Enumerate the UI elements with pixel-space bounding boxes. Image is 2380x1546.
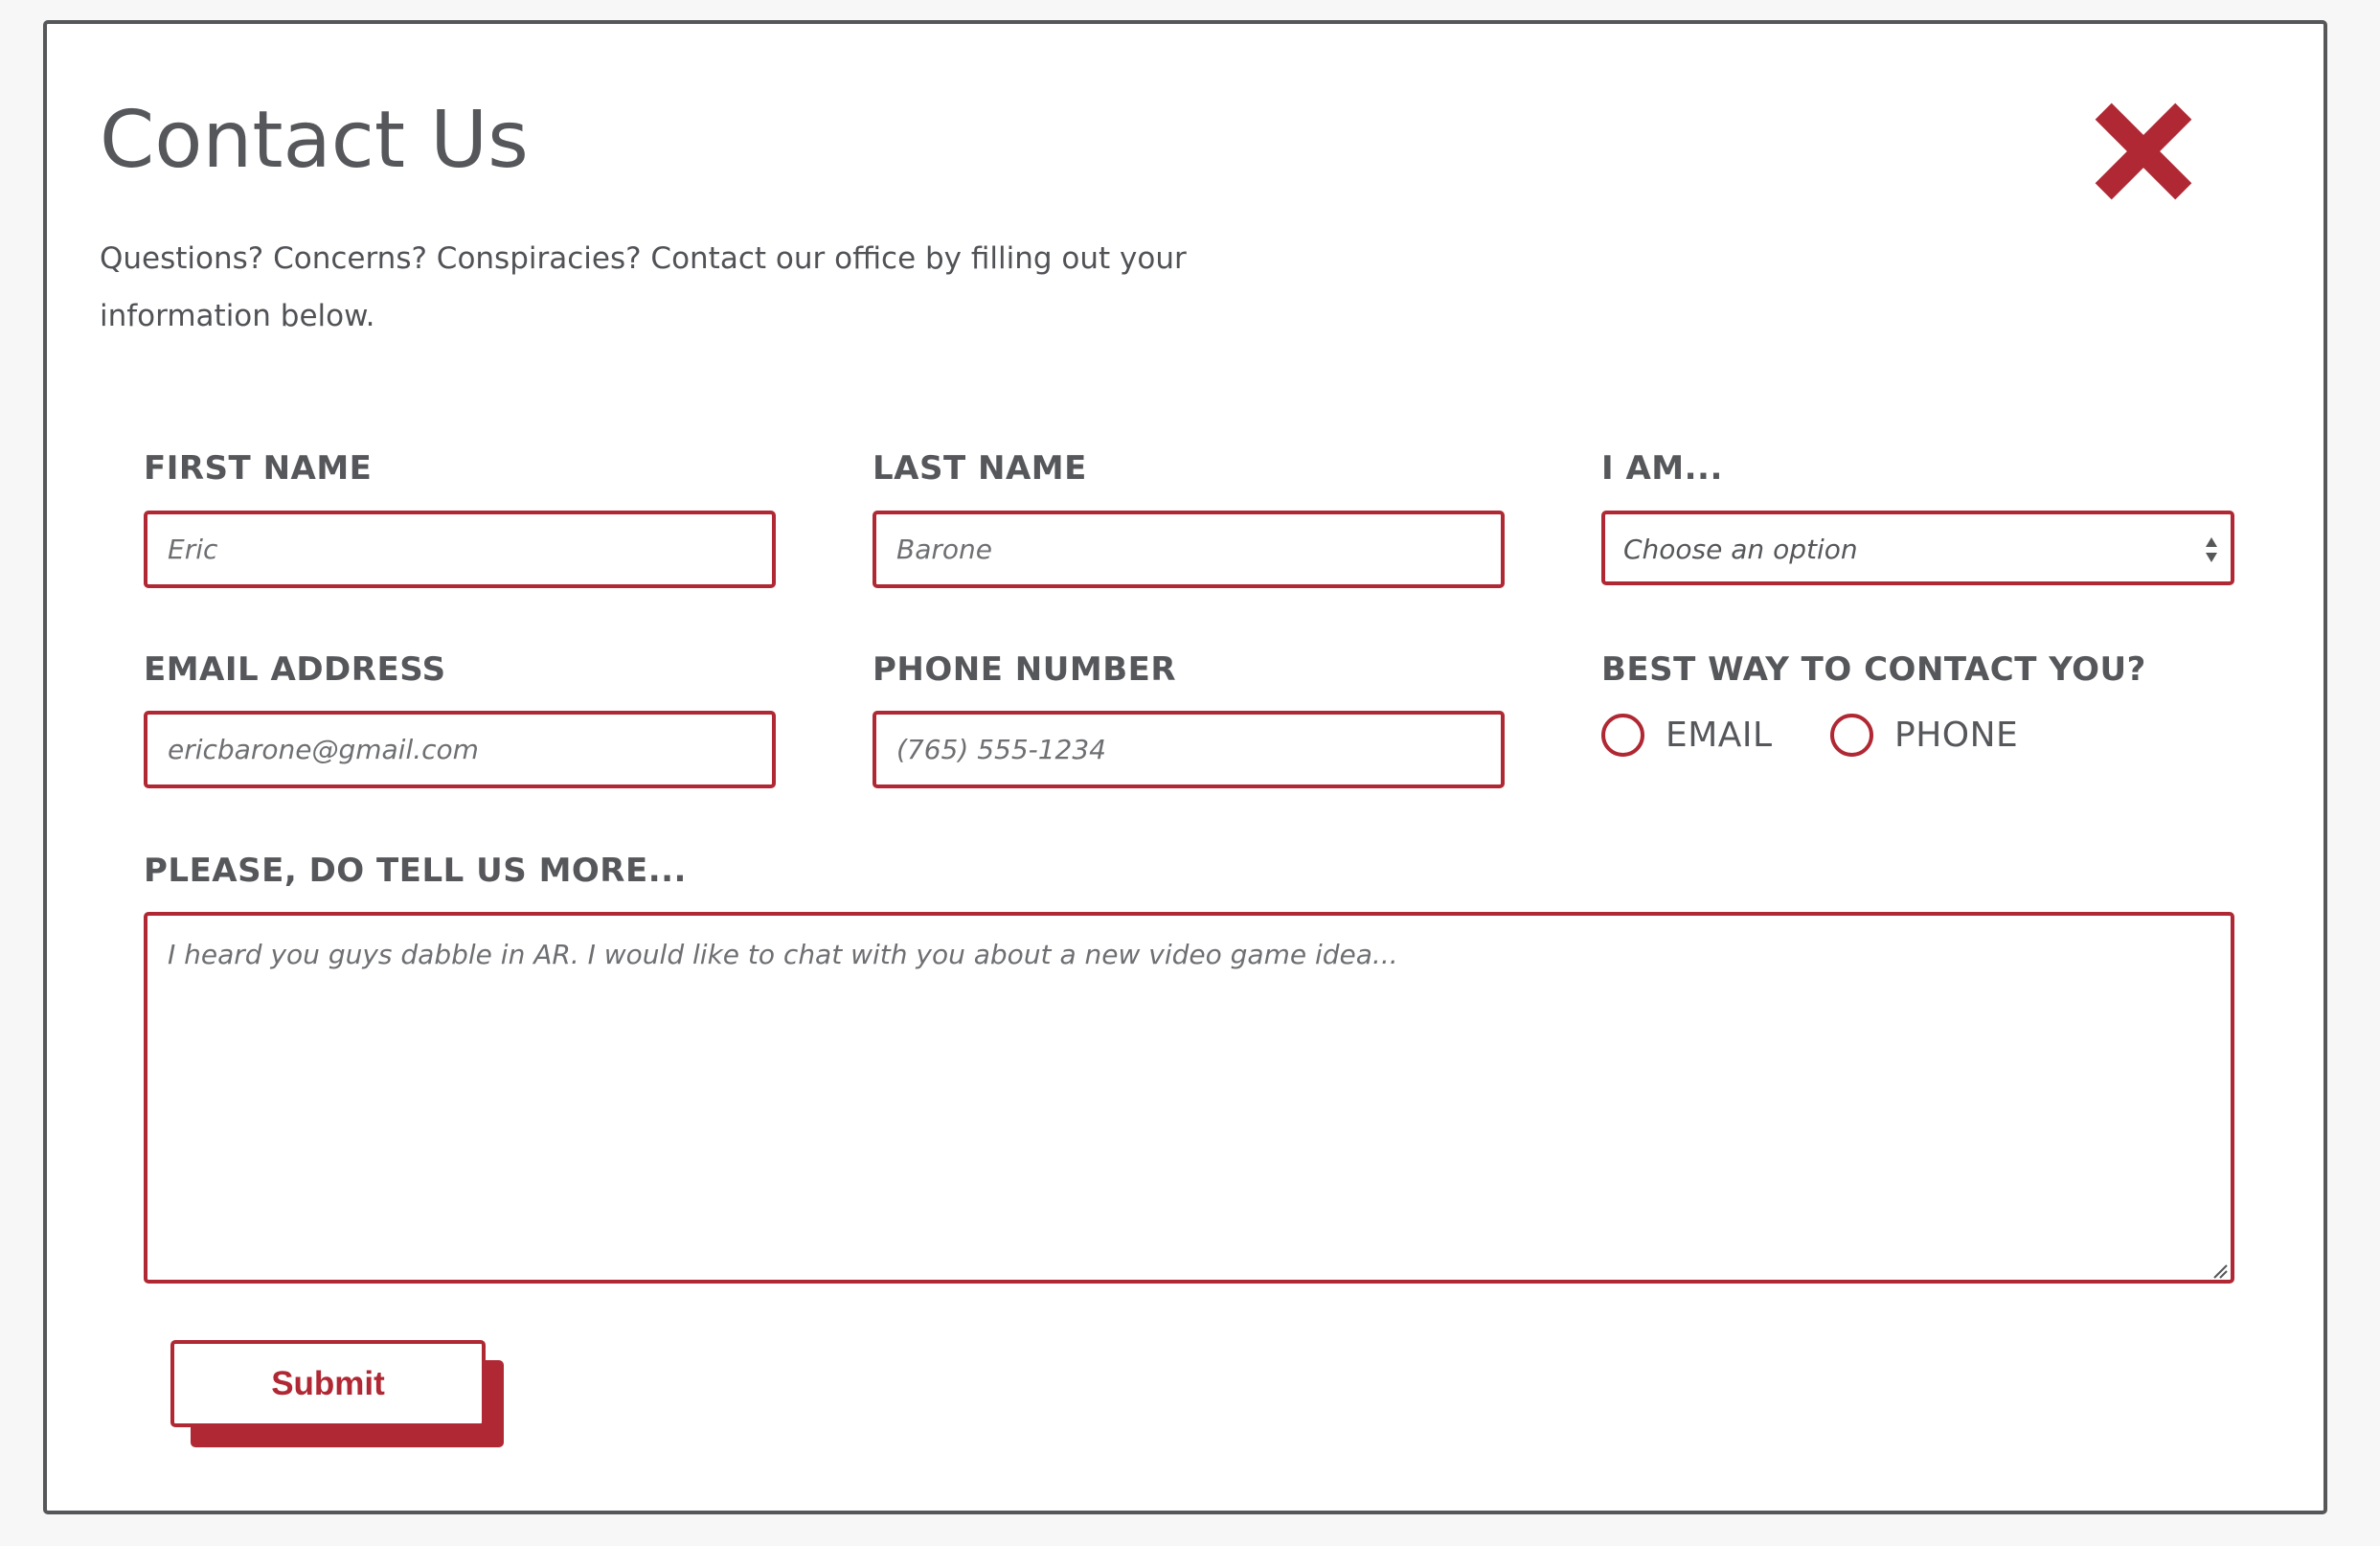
submit-button[interactable]: Submit (170, 1340, 486, 1427)
i-am-label: I AM... (1601, 449, 1723, 488)
select-arrows-icon (2204, 535, 2219, 564)
page-title: Contact Us (100, 95, 529, 186)
radio-email[interactable]: EMAIL (1601, 714, 1773, 757)
phone-label: PHONE NUMBER (873, 650, 1177, 689)
email-label: EMAIL ADDRESS (144, 650, 446, 689)
last-name-label: LAST NAME (873, 449, 1087, 488)
intro-text: Questions? Concerns? Conspiracies? Conta… (100, 241, 1187, 333)
message-textarea[interactable] (144, 912, 2234, 1284)
resize-grip-icon[interactable] (2210, 1262, 2228, 1279)
phone-input[interactable] (873, 711, 1505, 788)
close-button[interactable] (2091, 99, 2196, 204)
radio-phone[interactable]: PHONE (1830, 714, 2018, 757)
last-name-input[interactable] (873, 511, 1505, 588)
radio-phone-circle[interactable] (1830, 714, 1873, 757)
radio-email-circle[interactable] (1601, 714, 1644, 757)
message-label: PLEASE, DO TELL US MORE... (144, 852, 687, 890)
radio-phone-label: PHONE (1894, 716, 2019, 755)
first-name-input[interactable] (144, 511, 776, 588)
i-am-select-value: Choose an option (1623, 534, 1858, 565)
i-am-select[interactable]: Choose an option (1601, 511, 2234, 585)
close-x-icon (2095, 102, 2192, 200)
contact-method-label: BEST WAY TO CONTACT YOU? (1601, 650, 2146, 689)
email-input[interactable] (144, 711, 776, 788)
radio-email-label: EMAIL (1666, 716, 1773, 755)
first-name-label: FIRST NAME (144, 449, 373, 488)
